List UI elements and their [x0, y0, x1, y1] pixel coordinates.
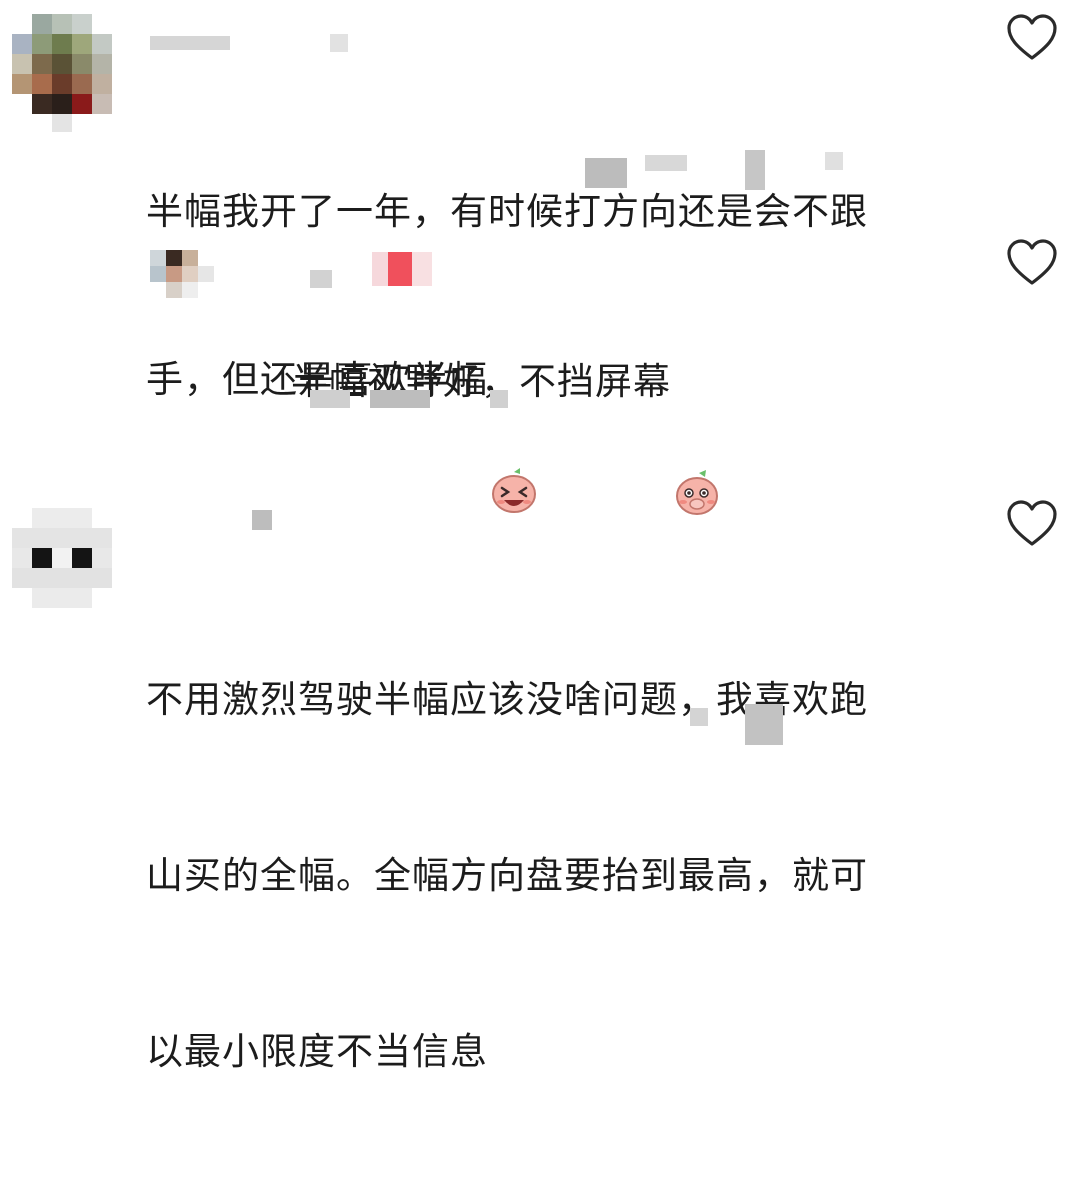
meta-blurred	[745, 150, 765, 190]
badge-blur-block	[388, 252, 412, 286]
username-blurred[interactable]	[310, 270, 332, 288]
comment-line: 山买的全幅。全幅方向盘要抬到最高，就可	[146, 854, 868, 897]
heart-outline-icon	[1007, 500, 1057, 546]
meta-blurred	[825, 152, 843, 170]
heart-outline-icon	[1007, 239, 1057, 285]
reply-text: 半幅视野好，不挡屏幕	[240, 298, 721, 515]
like-button[interactable]	[1006, 14, 1058, 62]
heart-outline-icon	[1007, 14, 1057, 60]
reply-avatar[interactable]	[150, 250, 232, 306]
avatar-mosaic	[12, 14, 112, 132]
avatar-mosaic	[150, 250, 214, 298]
like-button[interactable]	[1006, 239, 1058, 287]
username-blurred[interactable]	[150, 36, 230, 50]
meta-blurred	[490, 390, 508, 408]
meta-blurred	[585, 158, 627, 188]
meta-blurred	[690, 708, 708, 726]
comment-text: 不用激烈驾驶半幅应该没啥问题，我喜欢跑 山买的全幅。全幅方向盘要抬到最高，就可 …	[146, 560, 868, 1192]
meta-blurred	[645, 155, 687, 171]
shy-face-emoji-icon	[673, 356, 721, 515]
comment-line: 半幅我开了一年，有时候打方向还是会不跟	[146, 190, 868, 233]
avatar[interactable]	[12, 508, 112, 608]
avatar-mosaic	[12, 508, 112, 608]
avatar[interactable]	[12, 14, 112, 132]
badge-blur-block	[372, 252, 388, 286]
badge-blurred	[372, 252, 432, 286]
username-blurred-dot	[330, 34, 348, 52]
comment-line: 以最小限度不当信息	[146, 1030, 488, 1073]
meta-blurred	[310, 390, 350, 408]
meta-blurred	[745, 704, 783, 745]
badge-blur-block	[412, 252, 432, 286]
username-blurred[interactable]	[252, 510, 272, 530]
like-button[interactable]	[1006, 500, 1058, 548]
meta-blurred	[370, 390, 430, 408]
